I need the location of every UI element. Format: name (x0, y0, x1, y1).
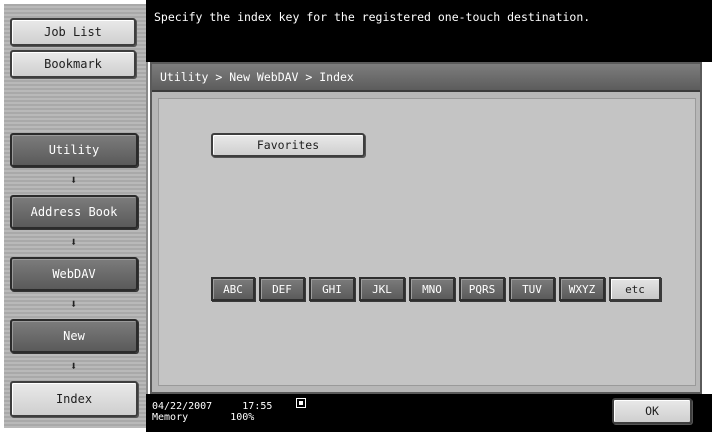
status-bar: 04/22/2007 17:55 Memory 100% OK (146, 394, 712, 432)
instruction-message: Specify the index key for the registered… (154, 10, 591, 24)
step-index-button[interactable]: Index (10, 381, 138, 417)
memory-value: 100% (230, 412, 255, 423)
down-arrow-icon: ⬇ (70, 173, 78, 187)
ok-button[interactable]: OK (612, 398, 692, 424)
index-key-pqrs[interactable]: PQRS (459, 277, 505, 301)
down-arrow-icon: ⬇ (70, 359, 78, 373)
index-key-def[interactable]: DEF (259, 277, 305, 301)
job-list-button[interactable]: Job List (10, 18, 136, 46)
bookmark-button[interactable]: Bookmark (10, 50, 136, 78)
index-key-abc[interactable]: ABC (211, 277, 255, 301)
breadcrumb: Utility > New WebDAV > Index (152, 64, 700, 92)
status-date: 04/22/2007 (152, 401, 213, 412)
down-arrow-icon: ⬇ (70, 297, 78, 311)
sidebar: Job List Bookmark Utility ⬇ Address Book… (4, 4, 148, 428)
index-key-etc[interactable]: etc (609, 277, 661, 301)
index-key-tuv[interactable]: TUV (509, 277, 555, 301)
memory-icon (296, 398, 306, 408)
status-time: 17:55 (242, 401, 273, 412)
index-content: Favorites ABC DEF GHI JKL MNO PQRS TUV W… (158, 98, 696, 386)
step-webdav-button[interactable]: WebDAV (10, 257, 138, 291)
index-key-wxyz[interactable]: WXYZ (559, 277, 605, 301)
message-bar: Specify the index key for the registered… (146, 0, 712, 62)
step-utility-button[interactable]: Utility (10, 133, 138, 167)
main-panel: Utility > New WebDAV > Index Favorites A… (150, 62, 702, 394)
favorites-button[interactable]: Favorites (211, 133, 365, 157)
device-screen: Job List Bookmark Utility ⬇ Address Book… (0, 0, 712, 432)
step-new-button[interactable]: New (10, 319, 138, 353)
index-key-ghi[interactable]: GHI (309, 277, 355, 301)
index-key-mno[interactable]: MNO (409, 277, 455, 301)
step-address-book-button[interactable]: Address Book (10, 195, 138, 229)
status-info: 04/22/2007 17:55 Memory 100% (152, 401, 272, 423)
index-key-jkl[interactable]: JKL (359, 277, 405, 301)
memory-label: Memory (152, 412, 189, 423)
down-arrow-icon: ⬇ (70, 235, 78, 249)
